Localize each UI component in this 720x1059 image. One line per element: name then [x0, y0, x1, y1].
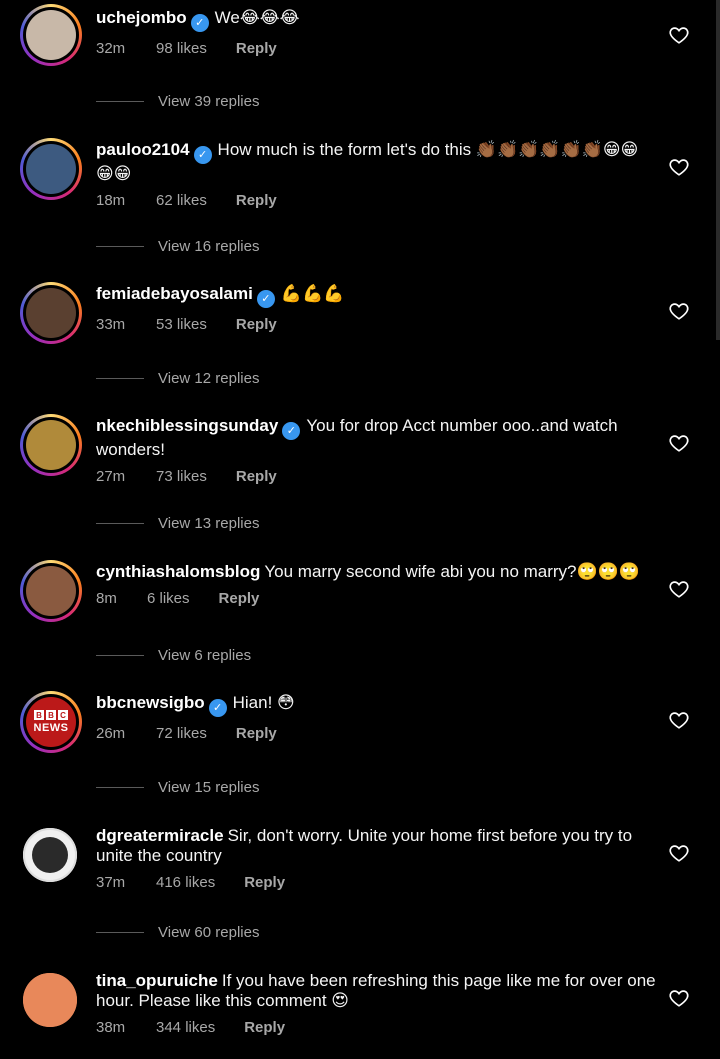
- heart-icon[interactable]: [668, 300, 690, 322]
- comment-body: We😂😂😂: [214, 8, 300, 27]
- verified-badge-icon: ✓: [208, 699, 227, 717]
- replies-divider: [96, 786, 144, 788]
- verified-badge-icon: ✓: [190, 14, 209, 32]
- avatar[interactable]: BBC NEWS: [20, 691, 82, 753]
- comment-body: You marry second wife abi you no marry?🙄…: [264, 562, 641, 581]
- comment-likes[interactable]: 6 likes: [147, 590, 190, 607]
- view-replies-label[interactable]: View 16 replies: [158, 238, 259, 255]
- comment-likes[interactable]: 53 likes: [156, 316, 207, 333]
- heart-icon[interactable]: [668, 578, 690, 600]
- comment-text: bbcnewsigbo ✓ Hian! 😳: [96, 693, 656, 717]
- view-replies-label[interactable]: View 39 replies: [158, 93, 259, 110]
- comment-time: 18m: [96, 192, 126, 209]
- comment-text: tina_opuruiche If you have been refreshin…: [96, 971, 656, 1011]
- avatar[interactable]: [23, 973, 77, 1027]
- avatar[interactable]: [20, 414, 82, 476]
- avatar[interactable]: [20, 560, 82, 622]
- view-replies-label[interactable]: View 12 replies: [158, 370, 259, 387]
- comment-username[interactable]: dgreatermiracle: [96, 826, 224, 845]
- view-replies-button[interactable]: View 39 replies: [96, 91, 259, 111]
- bbc-news-logo: BBC NEWS: [26, 697, 76, 747]
- scrollbar[interactable]: [716, 0, 720, 340]
- view-replies-button[interactable]: View 6 replies: [96, 645, 251, 665]
- comment-likes[interactable]: 72 likes: [156, 725, 207, 742]
- comment-text: dgreatermiracle Sir, don't worry. Unite y…: [96, 826, 656, 866]
- view-replies-label[interactable]: View 13 replies: [158, 515, 259, 532]
- comment-username[interactable]: bbcnewsigbo: [96, 693, 205, 712]
- avatar[interactable]: [23, 828, 77, 882]
- comment-meta: 32m 98 likes Reply: [96, 40, 656, 57]
- reply-button[interactable]: Reply: [236, 316, 277, 333]
- comment-meta: 26m 72 likes Reply: [96, 725, 656, 742]
- comment-time: 38m: [96, 1019, 126, 1036]
- comment-time: 26m: [96, 725, 126, 742]
- comment-username[interactable]: cynthiashalomsblog: [96, 562, 260, 581]
- view-replies-button[interactable]: View 13 replies: [96, 513, 259, 533]
- heart-icon[interactable]: [668, 156, 690, 178]
- verified-badge-icon: ✓: [256, 290, 275, 308]
- replies-divider: [96, 654, 144, 656]
- comment-text: cynthiashalomsblog You marry second wife …: [96, 562, 656, 582]
- avatar[interactable]: [20, 282, 82, 344]
- reply-button[interactable]: Reply: [219, 590, 260, 607]
- comment-likes[interactable]: 344 likes: [156, 1019, 215, 1036]
- comment-time: 8m: [96, 590, 117, 607]
- verified-badge-icon: ✓: [193, 146, 212, 164]
- reply-button[interactable]: Reply: [236, 468, 277, 485]
- comment-text: nkechiblessingsunday ✓ You for drop Acct n…: [96, 416, 656, 460]
- comment-username[interactable]: pauloo2104: [96, 140, 190, 159]
- comment-username[interactable]: femiadebayosalami: [96, 284, 253, 303]
- view-replies-label[interactable]: View 60 replies: [158, 924, 259, 941]
- comment-text: femiadebayosalami ✓ 💪💪💪: [96, 284, 656, 308]
- avatar[interactable]: [20, 138, 82, 200]
- comment-username[interactable]: nkechiblessingsunday: [96, 416, 278, 435]
- comment-time: 37m: [96, 874, 126, 891]
- comment-username[interactable]: tina_opuruiche: [96, 971, 218, 990]
- view-replies-button[interactable]: View 15 replies: [96, 777, 259, 797]
- heart-icon[interactable]: [668, 709, 690, 731]
- view-replies-label[interactable]: View 15 replies: [158, 779, 259, 796]
- comment-likes[interactable]: 416 likes: [156, 874, 215, 891]
- replies-divider: [96, 100, 144, 102]
- heart-icon[interactable]: [668, 432, 690, 454]
- comment-meta: 18m 62 likes Reply: [96, 192, 656, 209]
- view-replies-button[interactable]: View 16 replies: [96, 236, 259, 256]
- comment-likes[interactable]: 73 likes: [156, 468, 207, 485]
- comment-text: pauloo2104 ✓ How much is the form let's do…: [96, 140, 656, 184]
- comment-text: uchejombo ✓ We😂😂😂: [96, 8, 656, 32]
- reply-button[interactable]: Reply: [244, 874, 285, 891]
- avatar[interactable]: [20, 4, 82, 66]
- comment-meta: 8m 6 likes Reply: [96, 590, 656, 607]
- comment-likes[interactable]: 62 likes: [156, 192, 207, 209]
- view-replies-label[interactable]: View 6 replies: [158, 647, 251, 664]
- reply-button[interactable]: Reply: [236, 40, 277, 57]
- comment-likes[interactable]: 98 likes: [156, 40, 207, 57]
- comment-body: Hian! 😳: [232, 693, 295, 712]
- reply-button[interactable]: Reply: [236, 192, 277, 209]
- comment-time: 33m: [96, 316, 126, 333]
- replies-divider: [96, 522, 144, 524]
- comment-username[interactable]: uchejombo: [96, 8, 187, 27]
- comment-time: 27m: [96, 468, 126, 485]
- comments-feed: uchejombo ✓ We😂😂😂 32m 98 likes Reply View …: [0, 0, 720, 1059]
- verified-badge-icon: ✓: [282, 422, 301, 440]
- replies-divider: [96, 245, 144, 247]
- heart-icon[interactable]: [668, 842, 690, 864]
- heart-icon[interactable]: [668, 987, 690, 1009]
- comment-body: 💪💪💪: [280, 284, 345, 303]
- reply-button[interactable]: Reply: [236, 725, 277, 742]
- reply-button[interactable]: Reply: [244, 1019, 285, 1036]
- comment-meta: 38m 344 likes Reply: [96, 1019, 656, 1036]
- comment-time: 32m: [96, 40, 126, 57]
- comment-meta: 27m 73 likes Reply: [96, 468, 656, 485]
- comment-meta: 37m 416 likes Reply: [96, 874, 656, 891]
- replies-divider: [96, 931, 144, 933]
- view-replies-button[interactable]: View 60 replies: [96, 922, 259, 942]
- comment-meta: 33m 53 likes Reply: [96, 316, 656, 333]
- heart-icon[interactable]: [668, 24, 690, 46]
- replies-divider: [96, 377, 144, 379]
- view-replies-button[interactable]: View 12 replies: [96, 368, 259, 388]
